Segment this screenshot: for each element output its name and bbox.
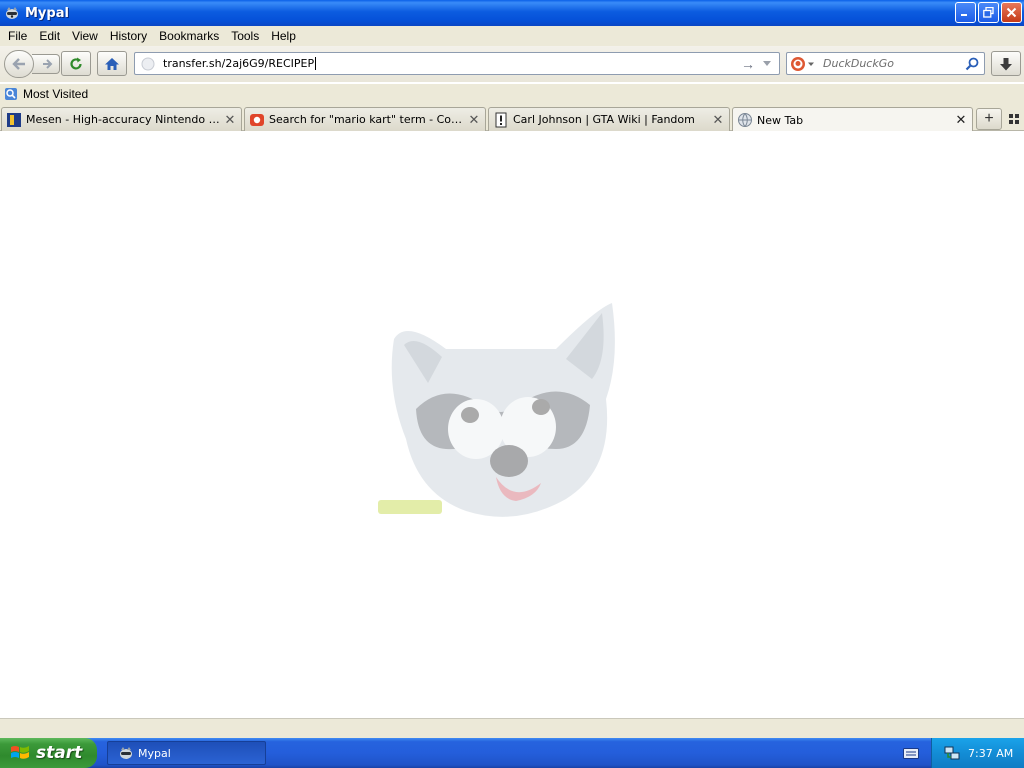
- minimize-icon: [961, 14, 967, 16]
- menu-view[interactable]: View: [66, 29, 104, 43]
- search-engine-selector[interactable]: [787, 53, 817, 74]
- home-icon: [105, 57, 119, 70]
- tab-close-icon[interactable]: ✕: [223, 112, 237, 128]
- search-bar[interactable]: DuckDuckGo: [786, 52, 985, 75]
- duckduckgo-icon: [791, 56, 805, 71]
- windows-flag-icon: [11, 746, 29, 759]
- menu-history[interactable]: History: [104, 29, 153, 43]
- tab-label: Mesen - High-accuracy Nintendo NES E...: [26, 113, 223, 126]
- reload-button[interactable]: [61, 51, 91, 76]
- tab-close-icon[interactable]: ✕: [954, 112, 968, 128]
- back-button[interactable]: [4, 50, 34, 78]
- reload-icon: [70, 57, 82, 70]
- menu-bar: File Edit View History Bookmarks Tools H…: [0, 26, 1024, 46]
- status-bar: [0, 718, 1024, 738]
- new-tab-button[interactable]: +: [976, 108, 1002, 130]
- consolerom-icon: [249, 112, 265, 128]
- plus-icon: +: [984, 110, 994, 127]
- restore-icon: [983, 7, 994, 18]
- tab-consolerom[interactable]: Search for "mario kart" term - ConsoleR.…: [244, 107, 486, 131]
- search-icon[interactable]: [965, 57, 979, 71]
- clock[interactable]: 7:37 AM: [968, 747, 1013, 760]
- tab-label: New Tab: [757, 113, 804, 127]
- bookmark-most-visited[interactable]: Most Visited: [23, 87, 88, 101]
- most-visited-folder-icon: [5, 88, 17, 100]
- fandom-icon: [493, 112, 509, 128]
- menu-tools[interactable]: Tools: [225, 29, 265, 43]
- tab-close-icon[interactable]: ✕: [711, 112, 725, 128]
- system-tray: 7:37 AM: [931, 738, 1024, 768]
- tab-new-tab[interactable]: New Tab ✕: [732, 107, 973, 132]
- tab-close-icon[interactable]: ✕: [467, 112, 481, 128]
- url-dropdown-icon[interactable]: [761, 57, 773, 69]
- search-input[interactable]: DuckDuckGo: [823, 57, 894, 70]
- menu-help[interactable]: Help: [265, 29, 302, 43]
- menu-file[interactable]: File: [2, 29, 33, 43]
- window-titlebar[interactable]: Mypal: [0, 0, 1024, 26]
- tab-strip: Mesen - High-accuracy Nintendo NES E... …: [0, 104, 1024, 132]
- keyboard-icon[interactable]: [903, 746, 919, 760]
- window-title: Mypal: [25, 5, 69, 21]
- start-button[interactable]: start: [0, 738, 97, 768]
- network-icon[interactable]: [944, 745, 960, 761]
- tab-label: Search for "mario kart" term - ConsoleR.…: [269, 113, 467, 126]
- mypal-raccoon-icon: [4, 5, 20, 21]
- back-arrow-icon: [12, 58, 25, 70]
- tab-gta-wiki[interactable]: Carl Johnson | GTA Wiki | Fandom ✕: [488, 107, 730, 131]
- windows-taskbar: start Mypal 7:37 AM: [0, 738, 1024, 768]
- mesen-icon: [6, 112, 22, 128]
- globe-icon: [737, 112, 753, 128]
- forward-arrow-icon: [42, 59, 52, 69]
- restore-button[interactable]: [978, 2, 999, 23]
- minimize-button[interactable]: [955, 2, 976, 23]
- menu-edit[interactable]: Edit: [33, 29, 66, 43]
- menu-bookmarks[interactable]: Bookmarks: [153, 29, 225, 43]
- page-content: [0, 131, 1024, 718]
- close-icon: [1006, 7, 1017, 18]
- tab-label: Carl Johnson | GTA Wiki | Fandom: [513, 113, 695, 126]
- url-bar[interactable]: transfer.sh/2aj6G9/RECIPEP →: [134, 52, 780, 75]
- navigation-toolbar: transfer.sh/2aj6G9/RECIPEP → DuckDuckGo: [0, 46, 1024, 82]
- mypal-raccoon-logo: [378, 303, 615, 517]
- chevron-down-icon: [808, 62, 814, 66]
- url-text: transfer.sh/2aj6G9/RECIPEP: [163, 57, 315, 70]
- downloads-button[interactable]: [991, 51, 1021, 76]
- go-arrow-icon[interactable]: →: [741, 56, 755, 72]
- bookmarks-toolbar: Most Visited: [0, 84, 1024, 104]
- forward-button[interactable]: [32, 54, 60, 74]
- site-identity-icon[interactable]: [141, 57, 155, 71]
- home-button[interactable]: [97, 51, 127, 76]
- download-arrow-icon: [1000, 57, 1012, 70]
- taskbar-item-label: Mypal: [138, 746, 171, 760]
- list-all-tabs-button[interactable]: [1006, 111, 1022, 127]
- text-caret: [315, 57, 317, 70]
- start-label: start: [36, 743, 83, 763]
- taskbar-item-mypal[interactable]: Mypal: [107, 741, 266, 765]
- close-window-button[interactable]: [1001, 2, 1022, 23]
- mypal-raccoon-icon: [120, 747, 132, 759]
- tab-mesen[interactable]: Mesen - High-accuracy Nintendo NES E... …: [1, 107, 242, 131]
- grid-icon: [1009, 114, 1019, 124]
